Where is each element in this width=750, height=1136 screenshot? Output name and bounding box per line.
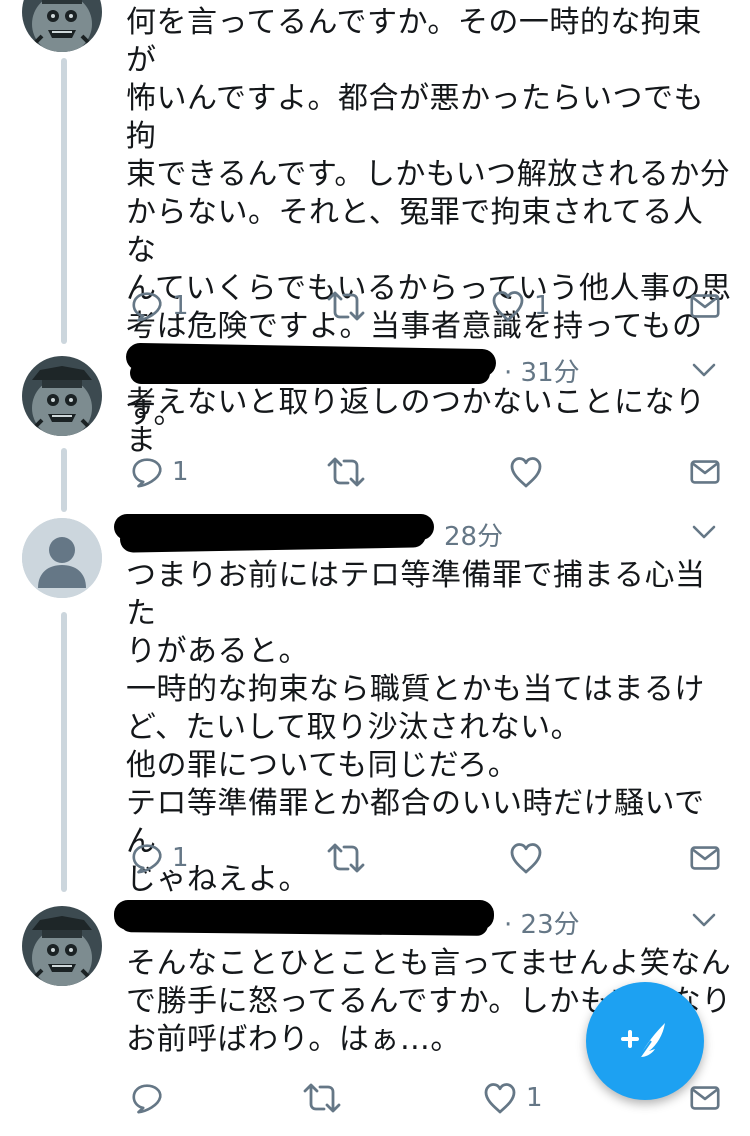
compose-tweet-icon (621, 1023, 665, 1062)
avatar-image (22, 906, 102, 986)
retweet-button[interactable] (302, 1078, 342, 1118)
tweet-actions: 1 (126, 838, 726, 878)
reply-icon (130, 289, 164, 323)
reply-button[interactable]: 1 (130, 838, 189, 878)
heart-icon (482, 1080, 518, 1116)
tweet-timestamp[interactable]: 28分 (444, 516, 503, 553)
tweet-timestamp[interactable]: · 31分 (504, 352, 580, 389)
redacted-username (119, 521, 427, 553)
like-button[interactable] (508, 838, 552, 878)
envelope-icon (688, 455, 722, 489)
like-button[interactable]: 1 (482, 1078, 543, 1118)
retweet-button[interactable] (326, 838, 366, 878)
tweet-actions: 1 (126, 452, 726, 492)
direct-message-button[interactable] (688, 286, 722, 326)
redacted-username (130, 362, 490, 384)
chevron-down-icon[interactable] (690, 906, 718, 934)
direct-message-button[interactable] (688, 452, 722, 492)
retweet-button[interactable] (326, 452, 366, 492)
retweet-icon (302, 1080, 342, 1116)
reply-button[interactable] (130, 1078, 172, 1118)
like-count: 1 (534, 291, 551, 321)
tweet-actions: 1 1 (126, 286, 726, 326)
thread-line (61, 58, 67, 344)
reply-icon (130, 455, 164, 489)
tweet-timestamp[interactable]: · 23分 (504, 904, 580, 941)
like-button[interactable] (508, 452, 552, 492)
retweet-button[interactable] (326, 286, 366, 326)
tweet-text: 何を言ってるんですか。その一時的な拘束が 怖いんですよ。都合が悪かったらいつでも… (126, 5, 732, 458)
tweet-text: す。 (126, 396, 184, 431)
retweet-icon (326, 454, 366, 490)
direct-message-button[interactable] (688, 838, 722, 878)
reply-count: 1 (172, 457, 189, 487)
direct-message-button[interactable] (688, 1078, 722, 1118)
default-avatar[interactable] (22, 518, 102, 598)
reply-icon (130, 1081, 164, 1115)
compose-tweet-button[interactable] (586, 982, 704, 1100)
default-avatar-icon (22, 518, 102, 598)
heart-icon (508, 454, 544, 490)
user-avatar[interactable] (22, 906, 102, 986)
envelope-icon (688, 1081, 722, 1115)
envelope-icon (688, 841, 722, 875)
chevron-down-icon[interactable] (690, 518, 718, 546)
like-count: 1 (526, 1083, 543, 1113)
like-button[interactable]: 1 (490, 286, 551, 326)
redacted-username (119, 910, 489, 936)
thread-line (61, 612, 67, 892)
avatar-image (22, 0, 102, 52)
reply-button[interactable]: 1 (130, 286, 189, 326)
envelope-icon (688, 289, 722, 323)
retweet-icon (326, 840, 366, 876)
reply-count: 1 (172, 843, 189, 873)
user-avatar[interactable] (22, 356, 102, 436)
reply-count: 1 (172, 291, 189, 321)
chevron-down-icon[interactable] (690, 356, 718, 384)
reply-button[interactable]: 1 (130, 452, 189, 492)
retweet-icon (326, 288, 366, 324)
thread-line (61, 448, 67, 512)
avatar-image (22, 356, 102, 436)
reply-icon (130, 841, 164, 875)
heart-icon (490, 288, 526, 324)
heart-icon (508, 840, 544, 876)
user-avatar[interactable] (22, 0, 102, 52)
